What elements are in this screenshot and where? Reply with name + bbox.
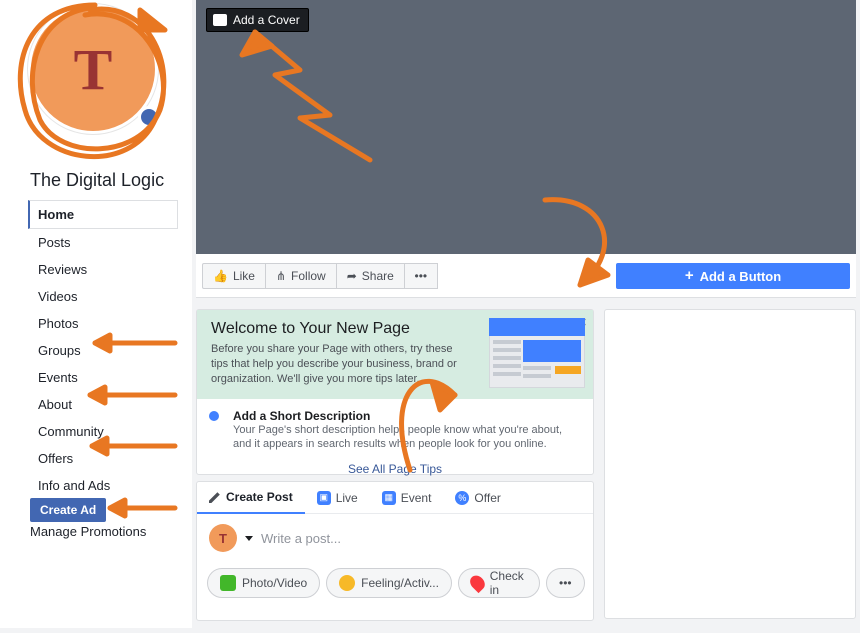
avatar-letter: T (74, 36, 113, 103)
photo-icon (220, 575, 236, 591)
tab-offer-label: Offer (474, 491, 500, 505)
welcome-text: Before you share your Page with others, … (211, 342, 461, 387)
tab-create-post[interactable]: Create Post (197, 482, 305, 514)
composer-tabs: Create Post ▣ Live ▦ Event % Offer (197, 482, 593, 514)
nav-item-groups[interactable]: Groups (28, 337, 178, 364)
page-title: The Digital Logic (30, 170, 164, 191)
live-icon: ▣ (317, 491, 331, 505)
audience-caret-icon[interactable] (245, 536, 253, 541)
tab-event-label: Event (401, 491, 432, 505)
composer-avatar[interactable]: T (209, 524, 237, 552)
tab-create-post-label: Create Post (226, 490, 293, 504)
tab-live[interactable]: ▣ Live (305, 482, 370, 513)
chip-checkin-label: Check in (490, 569, 527, 597)
chip-photo-video[interactable]: Photo/Video (207, 568, 320, 598)
follow-label: Follow (291, 269, 326, 283)
more-actions-button[interactable]: ••• (404, 263, 438, 289)
chip-checkin[interactable]: Check in (458, 568, 540, 598)
like-button[interactable]: 👍 Like (202, 263, 266, 289)
feeling-icon (339, 575, 355, 591)
tab-live-label: Live (336, 491, 358, 505)
nav-item-posts[interactable]: Posts (28, 229, 178, 256)
calendar-icon: ▦ (382, 491, 396, 505)
more-icon: ••• (559, 576, 572, 590)
page-action-bar: 👍 Like ⋔ Follow ➦ Share ••• + Add a Butt… (196, 254, 856, 298)
tip-text: Your Page's short description helps peop… (233, 423, 579, 453)
welcome-card: Welcome to Your New Page Before you shar… (196, 309, 594, 475)
composer-attachments: Photo/Video Feeling/Activ... Check in ••… (197, 562, 593, 608)
tab-event[interactable]: ▦ Event (370, 482, 444, 513)
offer-icon: % (455, 491, 469, 505)
composer-input[interactable]: Write a post... (261, 531, 341, 546)
manage-promotions-link[interactable]: Manage Promotions (30, 524, 146, 539)
add-cover-label: Add a Cover (233, 13, 300, 27)
rss-icon: ⋔ (276, 269, 286, 283)
camera-icon (213, 14, 227, 26)
nav-item-reviews[interactable]: Reviews (28, 256, 178, 283)
chip-photo-video-label: Photo/Video (242, 576, 307, 590)
tip-bullet-icon (209, 411, 219, 421)
nav-item-events[interactable]: Events (28, 364, 178, 391)
nav-item-offers[interactable]: Offers (28, 445, 178, 472)
page-nav: Home Posts Reviews Videos Photos Groups … (28, 200, 178, 499)
nav-item-community[interactable]: Community (28, 418, 178, 445)
add-a-button[interactable]: + Add a Button (616, 263, 850, 289)
share-icon: ➦ (347, 269, 357, 283)
nav-item-about[interactable]: About (28, 391, 178, 418)
tab-offer[interactable]: % Offer (443, 482, 512, 513)
add-cover-button[interactable]: Add a Cover (206, 8, 309, 32)
chip-more[interactable]: ••• (546, 568, 585, 598)
pencil-icon (209, 491, 221, 503)
cover-area[interactable]: Add a Cover (196, 0, 856, 254)
welcome-illustration (489, 318, 585, 388)
share-label: Share (362, 269, 394, 283)
nav-item-videos[interactable]: Videos (28, 283, 178, 310)
like-label: Like (233, 269, 255, 283)
welcome-tip[interactable]: Add a Short Description Your Page's shor… (197, 399, 593, 453)
nav-item-photos[interactable]: Photos (28, 310, 178, 337)
thumbs-up-icon: 👍 (213, 269, 228, 283)
nav-item-home[interactable]: Home (28, 200, 178, 229)
right-column (604, 309, 856, 619)
profile-image[interactable]: T (28, 4, 162, 138)
post-composer: Create Post ▣ Live ▦ Event % Offer T Wri… (196, 481, 594, 621)
welcome-header: Welcome to Your New Page Before you shar… (197, 310, 593, 399)
composer-input-row: T Write a post... (197, 514, 593, 562)
more-icon: ••• (415, 269, 428, 283)
share-button[interactable]: ➦ Share (336, 263, 405, 289)
see-all-tips-link[interactable]: See All Page Tips (197, 452, 593, 476)
chip-feeling[interactable]: Feeling/Activ... (326, 568, 452, 598)
create-ad-button[interactable]: Create Ad (30, 498, 106, 522)
chip-feeling-label: Feeling/Activ... (361, 576, 439, 590)
left-sidebar: T The Digital Logic Home Posts Reviews V… (0, 0, 192, 628)
avatar-badge-icon (138, 106, 160, 128)
follow-button[interactable]: ⋔ Follow (265, 263, 337, 289)
location-icon (467, 573, 487, 593)
nav-item-info-ads[interactable]: Info and Ads (28, 472, 178, 499)
tip-title: Add a Short Description (233, 409, 579, 423)
add-button-label: Add a Button (700, 269, 782, 284)
